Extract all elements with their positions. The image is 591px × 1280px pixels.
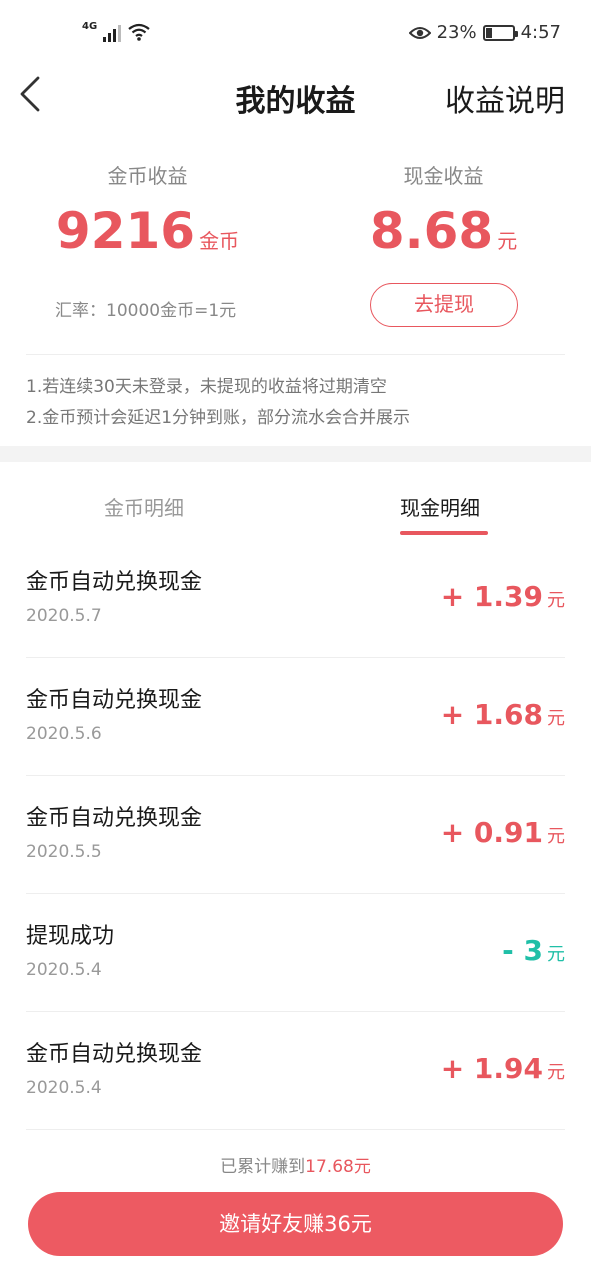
- note-item: 2.金币预计会延迟1分钟到账，部分流水会合并展示: [26, 408, 411, 428]
- record-amount: + 1.68 元: [441, 698, 565, 731]
- record-amount-unit: 元: [547, 590, 565, 611]
- record-amount: + 1.94 元: [441, 1052, 565, 1085]
- tab-coin-details[interactable]: 金币明细: [104, 492, 184, 521]
- eye-comfort-icon: [408, 26, 431, 39]
- record-amount-value: - 3: [502, 934, 543, 967]
- list-item[interactable]: 金币自动兑换现金 2020.5.5 + 0.91 元: [0, 776, 591, 894]
- invite-friends-button[interactable]: 邀请好友赚36元: [28, 1192, 563, 1256]
- coin-earnings-label: 金币收益: [107, 164, 188, 188]
- coin-amount: 9216: [55, 202, 196, 260]
- record-amount: + 0.91 元: [441, 816, 565, 849]
- wifi-icon: [128, 23, 150, 41]
- record-date: 2020.5.7: [26, 606, 102, 626]
- record-title: 金币自动兑换现金: [26, 1042, 203, 1067]
- record-amount: - 3元: [502, 934, 565, 967]
- cash-records-list: 金币自动兑换现金 2020.5.7 + 1.39 元 金币自动兑换现金 2020.…: [0, 540, 591, 1130]
- earnings-notes: 1.若连续30天未登录，未提现的收益将过期清空 2.金币预计会延迟1分钟到账，部…: [26, 372, 410, 434]
- withdraw-button[interactable]: 去提现: [370, 283, 518, 327]
- coin-earnings: 金币收益 9216 金币: [0, 160, 295, 269]
- battery-percent: 23%: [436, 22, 477, 43]
- nav-bar: 我的收益 收益说明: [0, 70, 591, 120]
- cash-earnings-value: 8.68 元: [296, 203, 591, 269]
- record-title: 提现成功: [26, 924, 115, 949]
- record-date: 2020.5.4: [26, 1078, 102, 1098]
- total-earned-label: 已累计赚到: [220, 1157, 306, 1177]
- list-item[interactable]: 金币自动兑换现金 2020.5.6 + 1.68 元: [0, 658, 591, 776]
- list-item[interactable]: 金币自动兑换现金 2020.5.7 + 1.39 元: [0, 540, 591, 658]
- row-divider: [26, 1129, 565, 1130]
- cash-unit: 元: [497, 229, 518, 253]
- earnings-summary: 金币收益 9216 金币 现金收益 8.68 元 汇率：10000金币=1元 去提现: [0, 160, 591, 350]
- record-amount-value: + 1.39: [440, 580, 543, 613]
- divider: [26, 354, 565, 355]
- record-title: 金币自动兑换现金: [26, 570, 203, 595]
- status-right: 23% 4:57: [408, 22, 561, 43]
- record-amount-value: + 0.91: [440, 816, 543, 849]
- record-amount-unit: 元: [547, 708, 565, 729]
- section-separator: [0, 446, 591, 462]
- cash-earnings: 现金收益 8.68 元: [296, 160, 591, 269]
- tab-cash-details[interactable]: 现金明细: [400, 492, 480, 521]
- clock: 4:57: [520, 22, 561, 43]
- status-left: 4G: [82, 22, 151, 42]
- total-earned-value: 17.68元: [305, 1157, 371, 1177]
- battery-icon: [482, 24, 518, 41]
- earnings-explanation-link[interactable]: 收益说明: [445, 76, 565, 120]
- cash-amount: 8.68: [369, 202, 494, 260]
- record-amount-value: + 1.68: [440, 698, 543, 731]
- record-title: 金币自动兑换现金: [26, 688, 203, 713]
- network-type: 4G: [82, 21, 98, 32]
- chevron-left-icon: [20, 76, 40, 112]
- footer: 已累计赚到17.68元 邀请好友赚36元: [0, 1136, 591, 1280]
- record-title: 金币自动兑换现金: [26, 806, 203, 831]
- cash-earnings-label: 现金收益: [403, 164, 484, 188]
- record-amount-unit: 元: [547, 944, 565, 965]
- record-date: 2020.5.5: [26, 842, 102, 862]
- record-amount-value: + 1.94: [440, 1052, 543, 1085]
- list-item[interactable]: 金币自动兑换现金 2020.5.4 + 1.94 元: [0, 1012, 591, 1130]
- record-amount: + 1.39 元: [441, 580, 565, 613]
- active-tab-indicator: [400, 531, 488, 535]
- total-earned: 已累计赚到17.68元: [0, 1152, 591, 1177]
- battery-level-fill: [485, 27, 492, 38]
- detail-tabs: 金币明细 现金明细: [0, 462, 591, 542]
- record-amount-unit: 元: [547, 1062, 565, 1083]
- record-amount-unit: 元: [547, 826, 565, 847]
- coin-unit: 金币: [199, 229, 240, 253]
- record-date: 2020.5.4: [26, 960, 102, 980]
- signal-icon: [103, 24, 122, 42]
- coin-earnings-value: 9216 金币: [0, 203, 295, 269]
- note-item: 1.若连续30天未登录，未提现的收益将过期清空: [26, 377, 387, 397]
- list-item[interactable]: 提现成功 2020.5.4 - 3元: [0, 894, 591, 1012]
- back-button[interactable]: [12, 72, 52, 116]
- exchange-rate: 汇率：10000金币=1元: [55, 301, 237, 321]
- record-date: 2020.5.6: [26, 724, 102, 744]
- status-bar: 4G 23% 4:57: [0, 0, 591, 70]
